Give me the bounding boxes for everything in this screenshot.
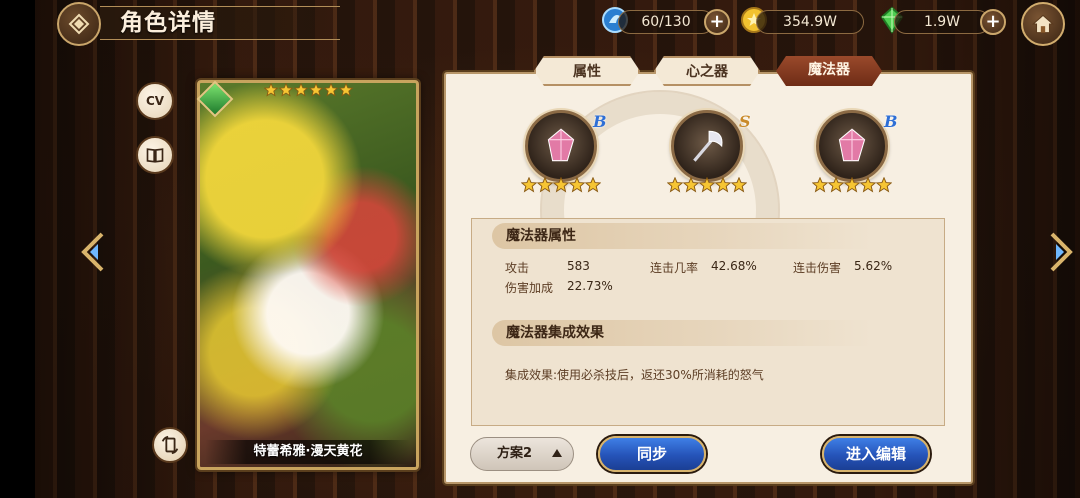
stat-label-damage-bonus: 伤害加成	[505, 281, 554, 295]
story-book-button[interactable]	[136, 136, 174, 174]
stamina-counter: 60/130	[618, 10, 714, 34]
rotate-card-button[interactable]	[152, 427, 188, 463]
stat-label-combo-rate: 连击几率	[650, 261, 699, 275]
star-icon	[324, 83, 338, 97]
attributes-heading: 魔法器属性	[492, 223, 872, 249]
page-title: 角色详情	[120, 10, 216, 36]
previous-arrow-icon[interactable]	[80, 232, 106, 272]
book-icon	[146, 148, 164, 163]
cv-icon: CV	[145, 94, 165, 108]
star-icon	[585, 177, 601, 193]
cv-button[interactable]: CV	[136, 82, 174, 120]
slot-ring	[525, 110, 597, 182]
star-icon	[812, 177, 828, 193]
star-icon	[828, 177, 844, 193]
character-card[interactable]	[197, 80, 419, 470]
magic-device-slot-3[interactable]: B	[812, 110, 898, 200]
home-icon	[1031, 14, 1055, 34]
stat-value-combo-rate: 42.68%	[711, 259, 757, 273]
slot-stars	[521, 177, 601, 193]
set-effect-text: 集成效果:使用必杀技后，返还30%所消耗的怒气	[505, 368, 764, 382]
star-icon	[699, 177, 715, 193]
gem-counter: 1.9W	[894, 10, 990, 34]
star-icon	[264, 83, 278, 97]
rotate-icon	[161, 435, 179, 455]
grade-badge: S	[739, 112, 751, 131]
gold-counter: 354.9W	[756, 10, 864, 34]
back-button[interactable]	[57, 2, 101, 46]
next-arrow-icon[interactable]	[1048, 232, 1074, 272]
character-name: 特蕾希雅·漫天黄花	[205, 440, 411, 464]
tab-attributes[interactable]: 属性	[534, 56, 640, 86]
sync-button[interactable]: 同步	[598, 436, 706, 472]
star-icon	[860, 177, 876, 193]
slot-stars	[812, 177, 892, 193]
star-icon	[731, 177, 747, 193]
card-stars	[264, 83, 353, 97]
enter-edit-button[interactable]: 进入编辑	[822, 436, 930, 472]
star-icon	[279, 83, 293, 97]
star-icon	[521, 177, 537, 193]
set-effect-heading: 魔法器集成效果	[492, 320, 872, 346]
star-icon	[844, 177, 860, 193]
star-icon	[339, 83, 353, 97]
star-icon	[683, 177, 699, 193]
crystal-icon	[838, 128, 866, 162]
back-diamond-icon	[68, 13, 90, 35]
star-icon	[667, 177, 683, 193]
stat-label-attack: 攻击	[505, 261, 530, 275]
add-stamina-button[interactable]: +	[704, 9, 730, 35]
home-button[interactable]	[1021, 2, 1065, 46]
add-gem-button[interactable]: +	[980, 9, 1006, 35]
slot-ring	[816, 110, 888, 182]
scheme-label: 方案2	[497, 446, 533, 461]
stat-value-combo-damage: 5.62%	[854, 259, 893, 273]
caret-up-icon	[552, 449, 562, 457]
tab-heart-device[interactable]: 心之器	[654, 56, 760, 86]
magic-device-slot-1[interactable]: B	[521, 110, 607, 200]
star-icon	[569, 177, 585, 193]
slot-stars	[667, 177, 747, 193]
grade-badge: B	[593, 112, 607, 131]
tab-magic-device[interactable]: 魔法器	[776, 56, 882, 86]
star-icon	[876, 177, 892, 193]
stat-label-combo-damage: 连击伤害	[793, 261, 842, 275]
star-icon	[309, 83, 323, 97]
star-icon	[553, 177, 569, 193]
slot-ring	[671, 110, 743, 182]
stat-value-damage-bonus: 22.73%	[567, 279, 613, 293]
star-icon	[537, 177, 553, 193]
crystal-icon	[547, 128, 575, 162]
star-icon	[715, 177, 731, 193]
axe-icon	[693, 130, 723, 162]
grade-badge: B	[884, 112, 898, 131]
star-icon	[294, 83, 308, 97]
stat-value-attack: 583	[567, 259, 590, 273]
magic-device-slot-2[interactable]: S	[667, 110, 751, 200]
